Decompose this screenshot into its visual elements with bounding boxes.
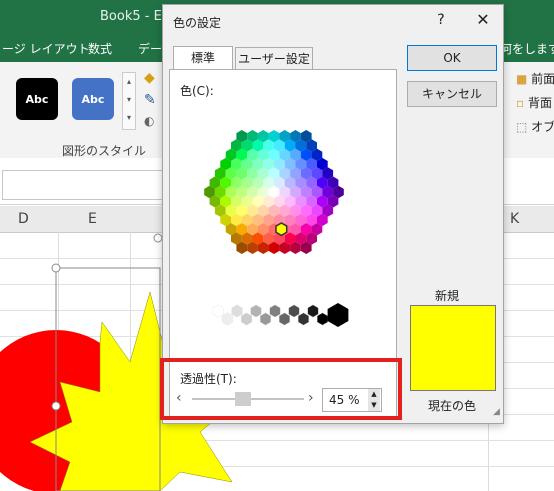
cancel-button[interactable]: キャンセル (407, 81, 497, 107)
tab-data[interactable]: デー (138, 40, 162, 57)
help-button[interactable]: ? (429, 9, 453, 31)
color-preview-swatch (410, 305, 496, 391)
column-header-k[interactable]: K (510, 211, 519, 227)
formula-input[interactable] (2, 170, 164, 200)
close-button[interactable]: ✕ (469, 9, 497, 31)
tab-custom[interactable]: ユーザー設定 (235, 47, 313, 70)
tab-formulas[interactable]: 数式 (88, 40, 112, 57)
outline-icon[interactable]: ✎ (144, 92, 156, 108)
tell-me-box[interactable]: 何をしますか (500, 40, 554, 57)
selected-color-marker (275, 222, 288, 237)
gray-cell (278, 312, 291, 326)
ok-button[interactable]: OK (407, 45, 497, 71)
fill-icon[interactable]: ◆ (144, 70, 155, 86)
colors-label: 色(C): (180, 84, 214, 98)
style-gallery-scroll[interactable]: ▴ ▾ ▾ (122, 72, 136, 130)
gray-cell (288, 304, 300, 318)
gray-cell (297, 312, 310, 326)
style-sample-black[interactable]: Abc (16, 78, 58, 120)
column-header-e[interactable]: E (88, 211, 97, 227)
bring-forward[interactable]: ■ 前面 (516, 70, 554, 87)
gray-cell (231, 304, 243, 318)
gray-cell (221, 312, 234, 326)
resize-grip-icon[interactable]: ◢ (493, 407, 500, 417)
highlight-box (160, 358, 402, 420)
column-header-d[interactable]: D (18, 211, 29, 227)
color-hexagon[interactable] (178, 100, 388, 340)
gray-cell (259, 312, 272, 326)
new-color-label: 新規 (435, 289, 460, 303)
group-label-shape-styles: 図形のスタイル (62, 144, 147, 158)
tab-standard[interactable]: 標準 (173, 46, 233, 71)
black-color-cell (327, 303, 349, 327)
gray-cell (269, 304, 281, 318)
gray-cell (316, 312, 329, 326)
dialog-title: 色の設定 (173, 16, 222, 30)
resize-handle (51, 263, 61, 273)
style-sample-blue[interactable]: Abc (72, 78, 114, 120)
send-backward[interactable]: ▫ 背面 (516, 94, 552, 111)
gray-cell (307, 304, 319, 318)
effects-icon[interactable]: ◐ (144, 114, 154, 128)
gray-cell (240, 312, 253, 326)
gray-cell (212, 304, 224, 318)
tab-page-layout[interactable]: ージ レイアウト (2, 40, 90, 57)
white-color-cell (191, 303, 213, 327)
rotate-handle (153, 233, 163, 243)
selection-pane[interactable]: ⬚ オブ (516, 118, 554, 135)
window-title: Book5 - E (100, 9, 162, 24)
gray-cell (250, 304, 262, 318)
resize-handle (51, 401, 61, 411)
current-color-label: 現在の色 (428, 399, 477, 413)
